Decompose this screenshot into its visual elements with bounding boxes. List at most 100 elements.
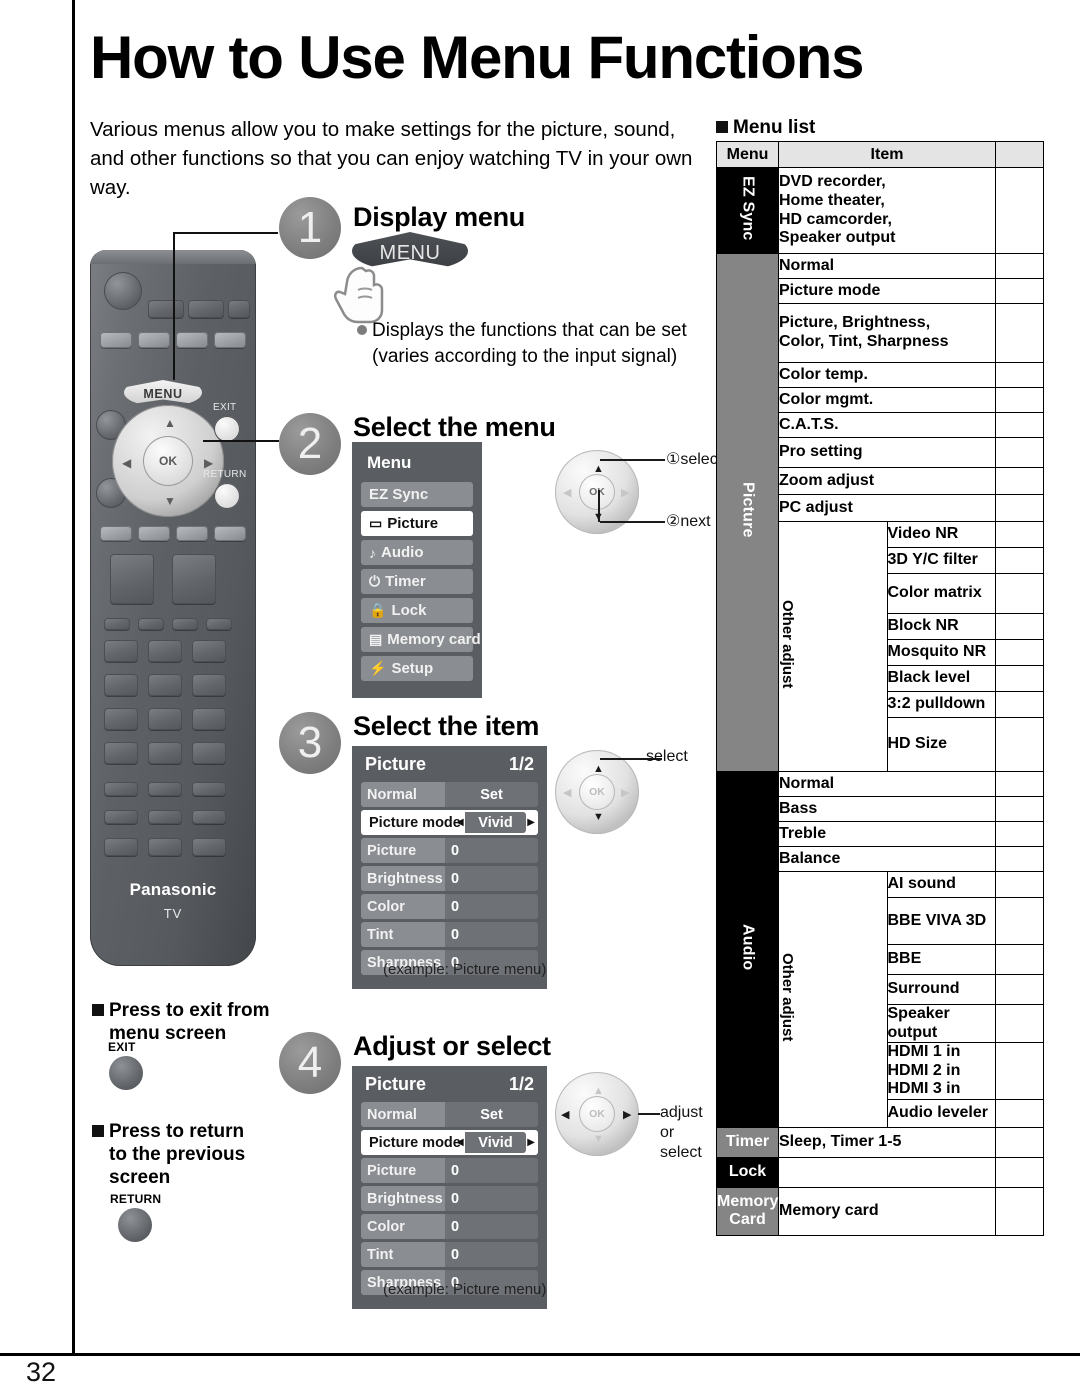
pointing-hand-icon [333, 266, 384, 324]
menu-list-ref-cell [995, 167, 1044, 254]
remote-power-button [104, 272, 142, 310]
picture-menu-row[interactable]: Picture mode ◀ Vivid ▶ [361, 1130, 538, 1155]
picture-menu-row-label: Color [361, 894, 445, 919]
picture-menu-row[interactable]: Brightness 0 [361, 866, 538, 891]
navpad-label-adjust-3: select [660, 1144, 702, 1161]
audio-icon: ♪ [369, 544, 376, 561]
menu-list-ref-cell [995, 1098, 1044, 1128]
menu-list-body: EZ Sync DVD recorder, Home theater, HD camc… [716, 167, 1044, 1236]
step-2-number: 2 [279, 413, 341, 475]
osd-menu-header-label: Menu [367, 453, 412, 472]
menu-list-item-cell: Black level [886, 665, 996, 692]
picture-menu-row[interactable]: Brightness 0 [361, 1186, 538, 1211]
menu-list-col-item: Item [778, 141, 996, 168]
remote-exit-label: EXIT [213, 402, 237, 413]
remote-button [176, 332, 208, 348]
picture-menu-page-step4: 1/2 [508, 1074, 534, 1094]
menu-list-item-cell: Memory card [778, 1186, 996, 1236]
exit-key-button [109, 1056, 143, 1090]
step-3-title: Select the item [353, 711, 540, 741]
right-arrow-icon[interactable]: ▶ [526, 1132, 536, 1153]
menu-list-title-label: Menu list [733, 117, 816, 138]
remote-button [176, 526, 208, 541]
navpad-label-next: ②next [666, 513, 711, 530]
picture-menu-row-value: Set [445, 782, 538, 807]
remote-button [138, 332, 170, 348]
page-frame-bottom-rule [0, 1353, 1080, 1356]
remote-menu-key: MENU [124, 380, 202, 405]
remote-button [100, 526, 132, 541]
menu-list-item-cell: Mosquito NR [886, 639, 996, 666]
osd-menu-item-picture[interactable]: ▭ Picture [361, 511, 473, 536]
picture-menu-row[interactable]: Color 0 [361, 894, 538, 919]
square-bullet-icon [92, 1004, 104, 1016]
menu-list-row: Timer Sleep, Timer 1-5 [716, 1126, 1044, 1158]
return-key-label: RETURN [110, 1192, 162, 1206]
picture-menu-row-value: Vivid [464, 812, 527, 833]
osd-menu-panel: Menu EZ Sync ▭ Picture ♪ Audio ⏻ Timer 🔒 Lock ▤ Me… [352, 442, 482, 698]
picture-menu-panel-step3: Picture 1/2 Normal Set Picture mode ◀ Vivid ▶… [352, 746, 547, 989]
menu-list-ref-cell [995, 1042, 1044, 1100]
page-title: How to Use Menu Functions [90, 24, 865, 91]
menu-list-item-cell: 3D Y/C filter [886, 547, 996, 574]
remote-button [104, 782, 138, 796]
menu-list-item-cell: C.A.T.S. [778, 412, 996, 438]
menu-list-item-cell: Balance [778, 846, 996, 872]
menu-list-ref-cell [995, 1156, 1044, 1188]
remote-button [104, 708, 138, 730]
leader-line-menu-horizontal [173, 232, 278, 234]
osd-menu-item-setup[interactable]: ⚡ Setup [361, 656, 473, 681]
bullet-dot-icon [357, 325, 367, 335]
remote-button [214, 332, 246, 348]
picture-menu-row[interactable]: Tint 0 [361, 922, 538, 947]
exit-key-label: EXIT [108, 1040, 136, 1054]
menu-list-category-label: EZ Sync [739, 175, 757, 241]
remote-button [104, 810, 138, 824]
picture-menu-row-label: Picture mode [369, 814, 461, 831]
picture-menu-row[interactable]: Tint 0 [361, 1242, 538, 1267]
menu-list-ref-cell [995, 613, 1044, 640]
menu-list-row: Picture Normal [716, 253, 1044, 772]
picture-menu-row[interactable]: Picture 0 [361, 1158, 538, 1183]
remote-return-label: RETURN [203, 469, 247, 480]
picture-menu-row[interactable]: Picture 0 [361, 838, 538, 863]
remote-button [110, 554, 154, 604]
picture-menu-page-step3: 1/2 [508, 754, 534, 774]
menu-list-ref-cell [995, 897, 1044, 945]
picture-menu-row-label: Tint [361, 922, 445, 947]
menu-list-item-cell: HD Size [886, 717, 996, 772]
right-arrow-icon[interactable]: ▶ [526, 812, 536, 833]
osd-menu-item-ez-sync[interactable]: EZ Sync [361, 482, 473, 507]
navpad-ok-button: OK [579, 774, 615, 810]
menu-list-ref-cell [995, 521, 1044, 548]
menu-list-subcategory-label: Other adjust [779, 952, 796, 1042]
remote-button [172, 554, 216, 604]
osd-menu-item-timer[interactable]: ⏻ Timer [361, 569, 473, 594]
picture-menu-row-value: 0 [445, 922, 538, 947]
picture-menu-row[interactable]: Normal Set [361, 1102, 538, 1127]
left-arrow-icon[interactable]: ◀ [455, 1132, 465, 1153]
osd-menu-header: Menu [361, 451, 473, 482]
osd-menu-item-lock[interactable]: 🔒 Lock [361, 598, 473, 623]
picture-menu-row[interactable]: Normal Set [361, 782, 538, 807]
menu-list-header-row: Menu Item [716, 141, 1044, 168]
navpad-ok-button: OK [579, 1096, 615, 1132]
osd-menu-item-memory-card[interactable]: ▤ Memory card [361, 627, 481, 652]
menu-list-ref-cell [995, 1186, 1044, 1236]
picture-menu-row[interactable]: Picture mode ◀ Vivid ▶ [361, 810, 538, 835]
picture-menu-row-value: 0 [445, 1242, 538, 1267]
navpad-leader-adjust [638, 1113, 660, 1115]
osd-menu-item-audio[interactable]: ♪ Audio [361, 540, 473, 565]
picture-menu-row-value: 0 [445, 866, 538, 891]
remote-button [192, 674, 226, 696]
menu-list-item-cell: Block NR [886, 613, 996, 640]
menu-list-item-cell: Sleep, Timer 1-5 [778, 1126, 996, 1158]
menu-list-ref-cell [995, 691, 1044, 718]
picture-menu-row[interactable]: Color 0 [361, 1214, 538, 1239]
menu-list-item-cell: Pro setting [778, 437, 996, 468]
left-arrow-icon[interactable]: ◀ [455, 812, 465, 833]
picture-menu-rows-step4: Normal Set Picture mode ◀ Vivid ▶ Picture 0 Brig… [361, 1102, 538, 1295]
step-3-navpad: ▲ ◀ ▶ ▼ OK [555, 750, 639, 834]
navpad-label-select: ①select [666, 451, 723, 468]
remote-button [148, 810, 182, 824]
